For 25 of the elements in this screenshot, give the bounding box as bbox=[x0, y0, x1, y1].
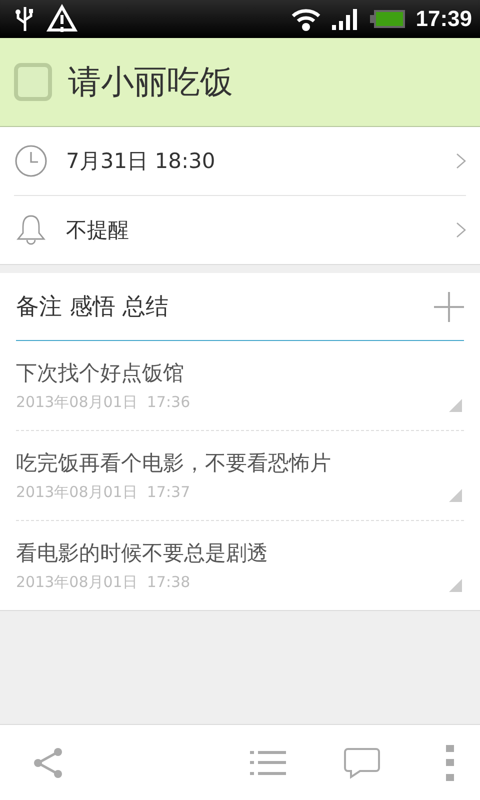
battery-icon bbox=[370, 9, 406, 29]
usb-icon bbox=[14, 5, 36, 33]
clock-icon bbox=[14, 144, 48, 178]
corner-icon bbox=[449, 489, 462, 502]
signal-icon bbox=[332, 7, 360, 31]
task-title: 请小丽吃饭 bbox=[68, 60, 233, 102]
bell-icon bbox=[14, 213, 48, 247]
note-text: 吃完饭再看个电影，不要看恐怖片 bbox=[16, 450, 331, 477]
clock-time: 17:39 bbox=[416, 6, 472, 32]
note-timestamp: 2013年08月01日 17:36 bbox=[16, 393, 190, 412]
note-text: 看电影的时候不要总是剧透 bbox=[16, 540, 268, 567]
warning-icon bbox=[46, 4, 78, 34]
notes-heading: 备注 感悟 总结 bbox=[16, 293, 170, 322]
chevron-icon bbox=[456, 222, 466, 238]
task-checkbox[interactable] bbox=[14, 63, 52, 101]
add-icon[interactable] bbox=[434, 292, 464, 322]
corner-icon bbox=[449, 399, 462, 412]
note-timestamp: 2013年08月01日 17:38 bbox=[16, 573, 190, 592]
note-text: 下次找个好点饭馆 bbox=[16, 360, 184, 387]
corner-icon bbox=[449, 579, 462, 592]
wifi-icon bbox=[290, 6, 322, 32]
reminder-setting[interactable]: 不提醒 bbox=[66, 216, 438, 244]
due-time[interactable]: 7月31日 18:30 bbox=[66, 147, 438, 175]
note-timestamp: 2013年08月01日 17:37 bbox=[16, 483, 190, 502]
chevron-icon bbox=[456, 153, 466, 169]
